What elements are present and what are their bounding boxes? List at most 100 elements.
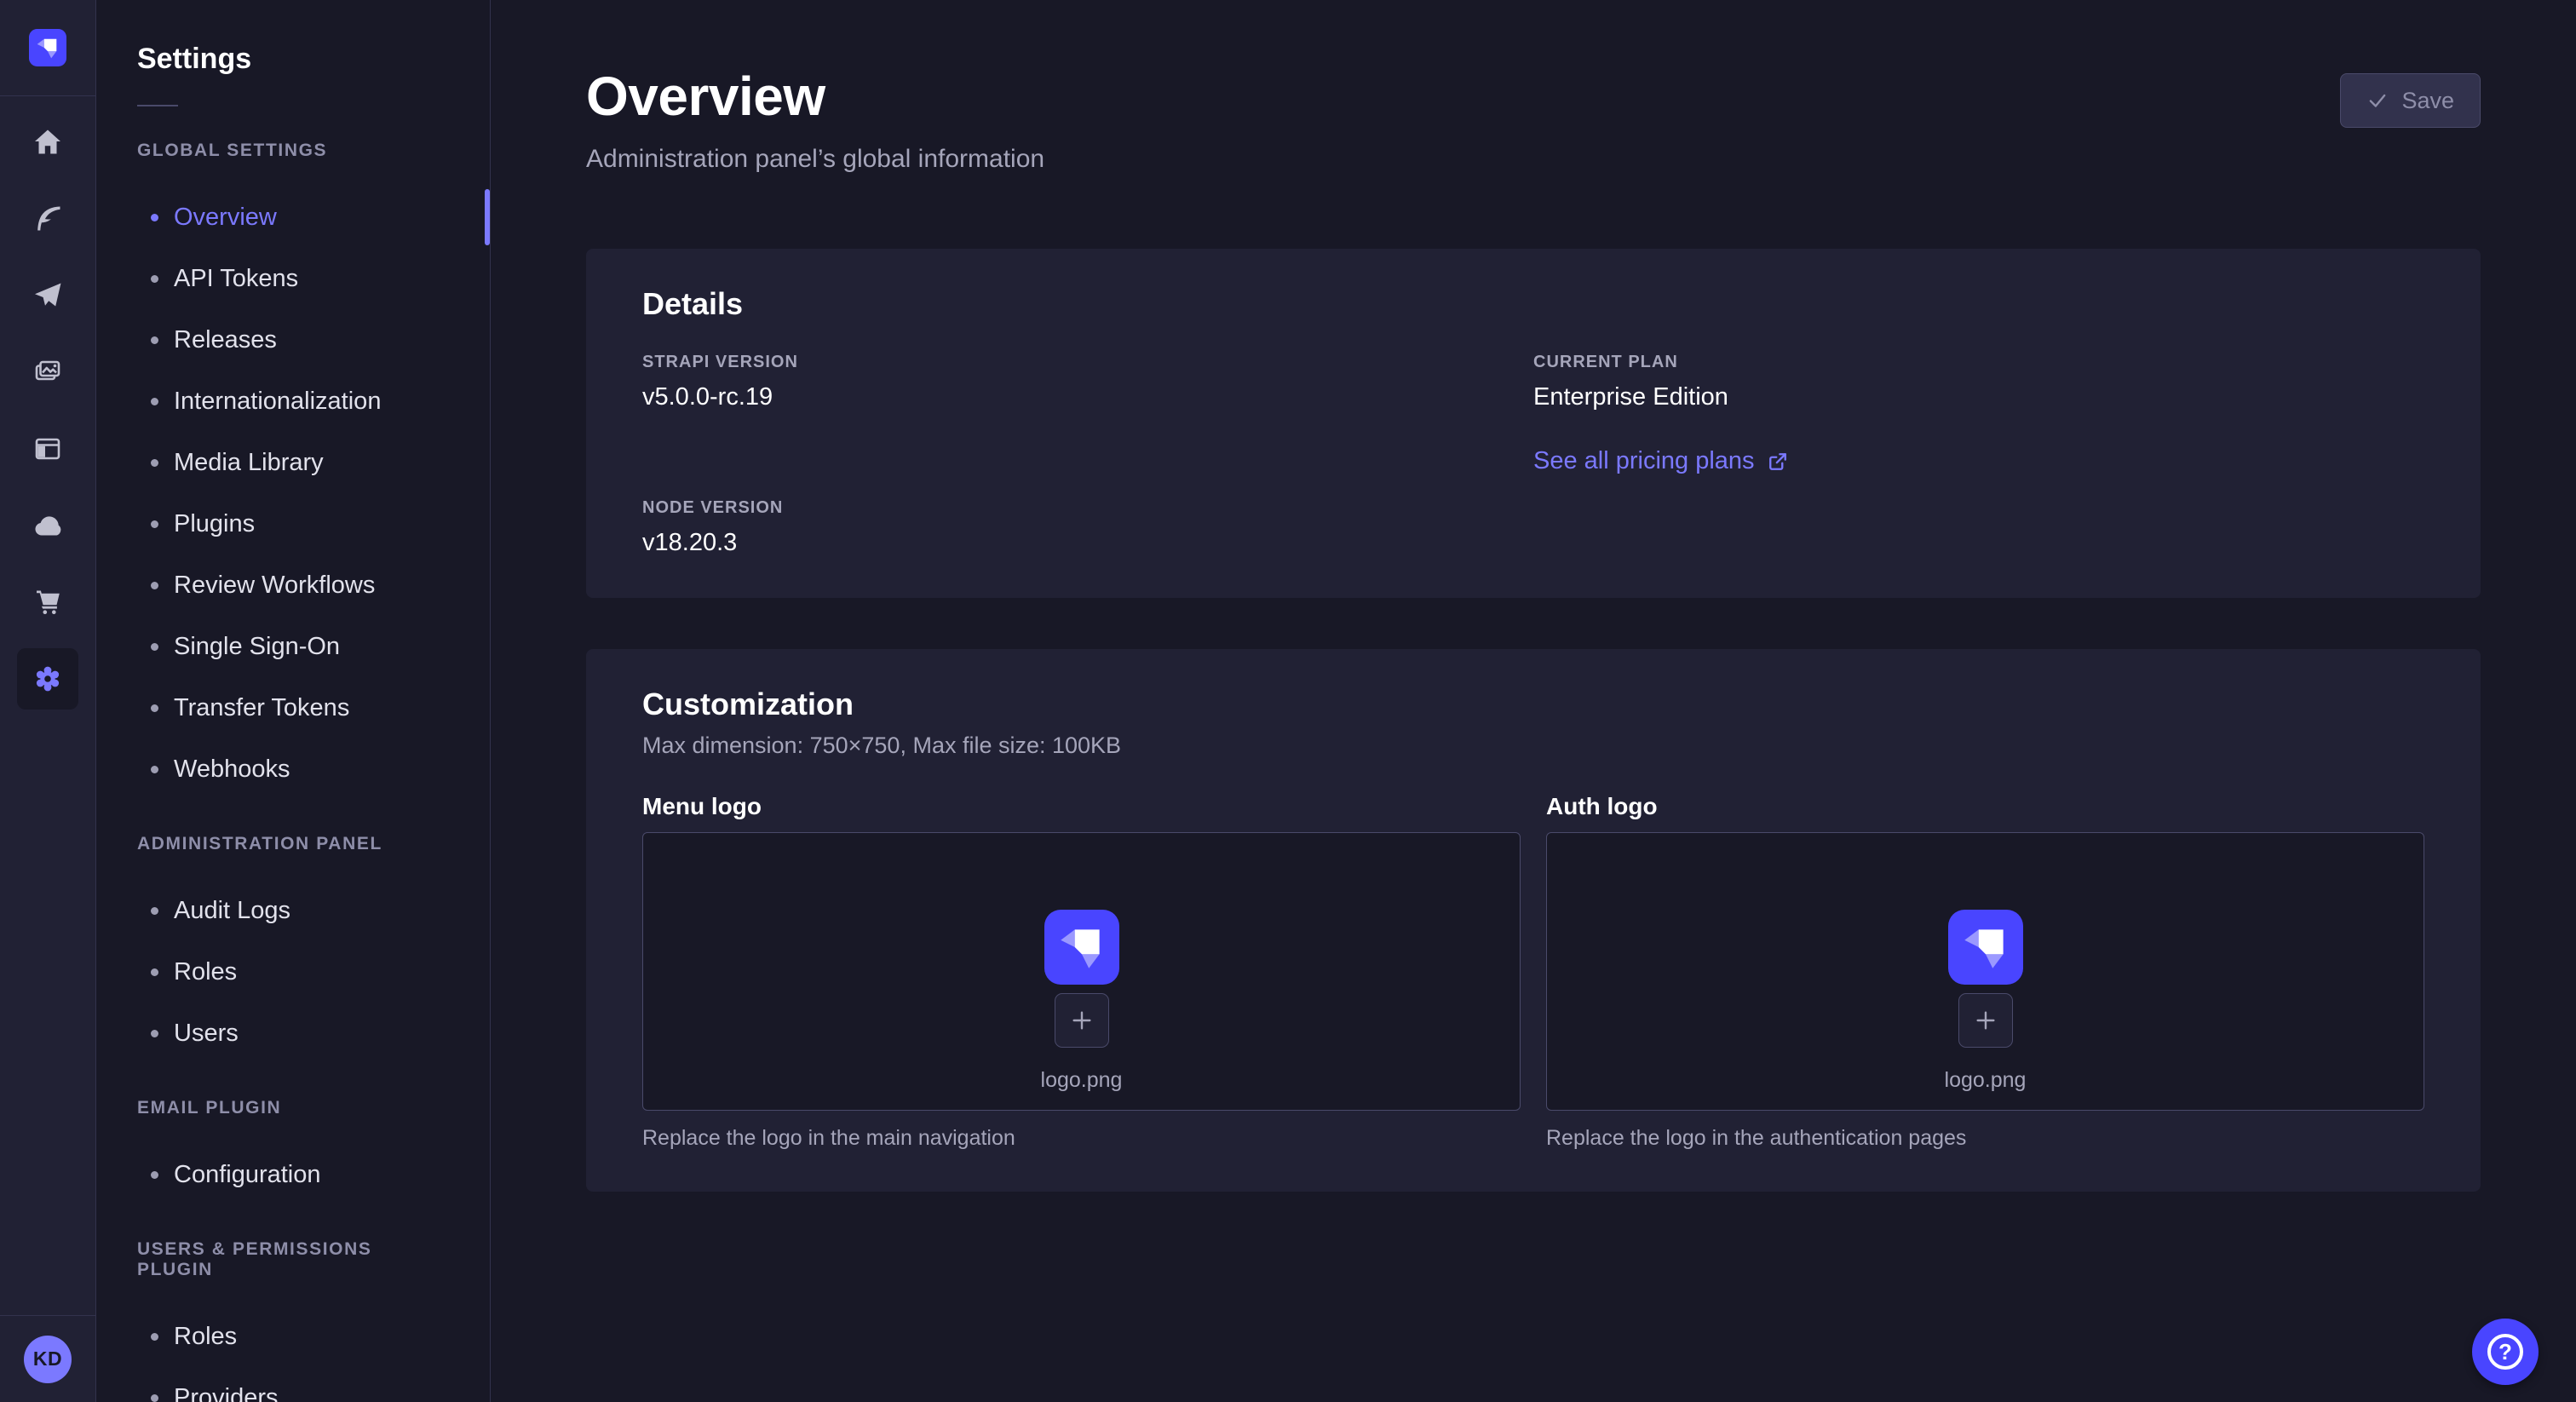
auth-logo-filename: logo.png <box>1945 1068 2027 1093</box>
subnav-item-overview[interactable]: Overview <box>96 187 490 248</box>
rail-icon-list <box>17 125 78 696</box>
nav-releases-button[interactable] <box>31 279 65 313</box>
auth-logo-label: Auth logo <box>1546 793 2424 820</box>
bullet-icon <box>151 582 158 589</box>
bullet-icon <box>151 398 158 405</box>
bullet-icon <box>151 520 158 528</box>
subnav-item-up-providers[interactable]: Providers <box>96 1367 490 1402</box>
auth-logo-field: Auth logo logo.png <box>1546 793 2424 1151</box>
bullet-icon <box>151 275 158 283</box>
nav-content-type-builder-button[interactable] <box>31 432 65 466</box>
subnav-item-single-sign-on[interactable]: Single Sign-On <box>96 616 490 677</box>
subnav-divider <box>137 105 178 106</box>
bullet-icon <box>151 766 158 773</box>
bullet-icon <box>151 1394 158 1402</box>
menu-logo-label: Menu logo <box>642 793 1521 820</box>
subnav-item-users[interactable]: Users <box>96 1003 490 1064</box>
strapi-logo <box>1044 910 1119 985</box>
gear-icon <box>31 662 65 696</box>
nav-media-library-button[interactable] <box>31 355 65 389</box>
auth-logo-dropzone[interactable]: logo.png <box>1546 832 2424 1111</box>
subnav-item-plugins[interactable]: Plugins <box>96 493 490 554</box>
check-icon <box>2366 89 2389 112</box>
subnav-item-internationalization[interactable]: Internationalization <box>96 371 490 432</box>
bullet-icon <box>151 704 158 712</box>
section-header: ADMINISTRATION PANEL <box>137 834 449 854</box>
field-label: NODE VERSION <box>642 498 1533 518</box>
subnav-item-audit-logs[interactable]: Audit Logs <box>96 880 490 941</box>
customization-card-title: Customization <box>642 687 2424 722</box>
menu-logo-hint: Replace the logo in the main navigation <box>642 1126 1521 1151</box>
strapi-logo[interactable] <box>29 29 66 66</box>
external-link-icon <box>1766 450 1790 474</box>
section-email-plugin: EMAIL PLUGIN Configuration <box>96 1098 490 1205</box>
cart-icon <box>31 585 65 619</box>
nav-cloud-button[interactable] <box>31 509 65 543</box>
page-subtitle: Administration panel’s global informatio… <box>586 145 1044 174</box>
bullet-icon <box>151 1171 158 1179</box>
home-icon <box>31 125 65 159</box>
subnav-item-releases[interactable]: Releases <box>96 309 490 371</box>
details-card-title: Details <box>642 286 2424 322</box>
subnav-item-email-configuration[interactable]: Configuration <box>96 1144 490 1205</box>
field-value: v18.20.3 <box>642 529 1533 557</box>
bullet-icon <box>151 968 158 976</box>
bullet-icon <box>151 336 158 344</box>
subnav-item-up-roles[interactable]: Roles <box>96 1306 490 1367</box>
strapi-logo <box>1948 910 2023 985</box>
paper-plane-icon <box>31 279 65 313</box>
nav-marketplace-button[interactable] <box>31 585 65 619</box>
menu-logo-dropzone[interactable]: logo.png <box>642 832 1521 1111</box>
section-administration-panel: ADMINISTRATION PANEL Audit Logs Roles Us… <box>96 834 490 1064</box>
add-menu-logo-button[interactable] <box>1055 993 1109 1048</box>
bullet-icon <box>151 907 158 915</box>
field-value: Enterprise Edition <box>1533 383 2424 411</box>
menu-logo-field: Menu logo logo.png <box>642 793 1521 1151</box>
auth-logo-hint: Replace the logo in the authentication p… <box>1546 1126 2424 1151</box>
rail-footer: KD <box>0 1315 95 1402</box>
help-button[interactable]: ? <box>2472 1319 2539 1385</box>
nav-settings-button[interactable] <box>17 648 78 710</box>
field-label: STRAPI VERSION <box>642 353 1533 372</box>
user-avatar[interactable]: KD <box>24 1336 72 1383</box>
bullet-icon <box>151 643 158 651</box>
customization-card: Customization Max dimension: 750×750, Ma… <box>586 649 2481 1192</box>
layout-icon <box>31 432 65 466</box>
plus-icon <box>1972 1007 1999 1034</box>
plus-icon <box>1068 1007 1095 1034</box>
customization-subtitle: Max dimension: 750×750, Max file size: 1… <box>642 733 2424 759</box>
section-header: GLOBAL SETTINGS <box>137 141 449 161</box>
subnav-title: Settings <box>137 43 490 76</box>
pricing-plans-link[interactable]: See all pricing plans <box>1533 447 1790 475</box>
section-header: EMAIL PLUGIN <box>137 1098 449 1118</box>
menu-logo-filename: logo.png <box>1041 1068 1123 1093</box>
question-mark-icon: ? <box>2487 1334 2523 1370</box>
subnav-item-transfer-tokens[interactable]: Transfer Tokens <box>96 677 490 738</box>
details-card: Details STRAPI VERSION v5.0.0-rc.19 NODE… <box>586 249 2481 598</box>
subnav-item-api-tokens[interactable]: API Tokens <box>96 248 490 309</box>
subnav-item-media-library[interactable]: Media Library <box>96 432 490 493</box>
subnav-item-webhooks[interactable]: Webhooks <box>96 738 490 800</box>
nav-home-button[interactable] <box>31 125 65 159</box>
strapi-version-field: STRAPI VERSION v5.0.0-rc.19 <box>642 353 1533 411</box>
bullet-icon <box>151 214 158 221</box>
main-nav-rail: KD <box>0 0 96 1402</box>
images-icon <box>31 355 65 389</box>
bullet-icon <box>151 459 158 467</box>
node-version-field: NODE VERSION v18.20.3 <box>642 498 1533 557</box>
page-header: Overview Administration panel’s global i… <box>586 0 2481 174</box>
strapi-admin-app: KD Settings GLOBAL SETTINGS Overview API… <box>0 0 2576 1402</box>
subnav-item-review-workflows[interactable]: Review Workflows <box>96 554 490 616</box>
current-plan-field: CURRENT PLAN Enterprise Edition See all … <box>1533 353 2424 475</box>
section-users-permissions-plugin: USERS & PERMISSIONS PLUGIN Roles Provide… <box>96 1239 490 1402</box>
add-auth-logo-button[interactable] <box>1958 993 2013 1048</box>
rail-header <box>0 0 95 96</box>
nav-content-button[interactable] <box>31 202 65 236</box>
subnav-item-admin-roles[interactable]: Roles <box>96 941 490 1003</box>
field-label: CURRENT PLAN <box>1533 353 2424 372</box>
feather-icon <box>31 202 65 236</box>
field-value: v5.0.0-rc.19 <box>642 383 1533 411</box>
save-button[interactable]: Save <box>2340 73 2481 128</box>
main-content: Overview Administration panel’s global i… <box>491 0 2576 1402</box>
settings-subnav: Settings GLOBAL SETTINGS Overview API To… <box>96 0 491 1402</box>
